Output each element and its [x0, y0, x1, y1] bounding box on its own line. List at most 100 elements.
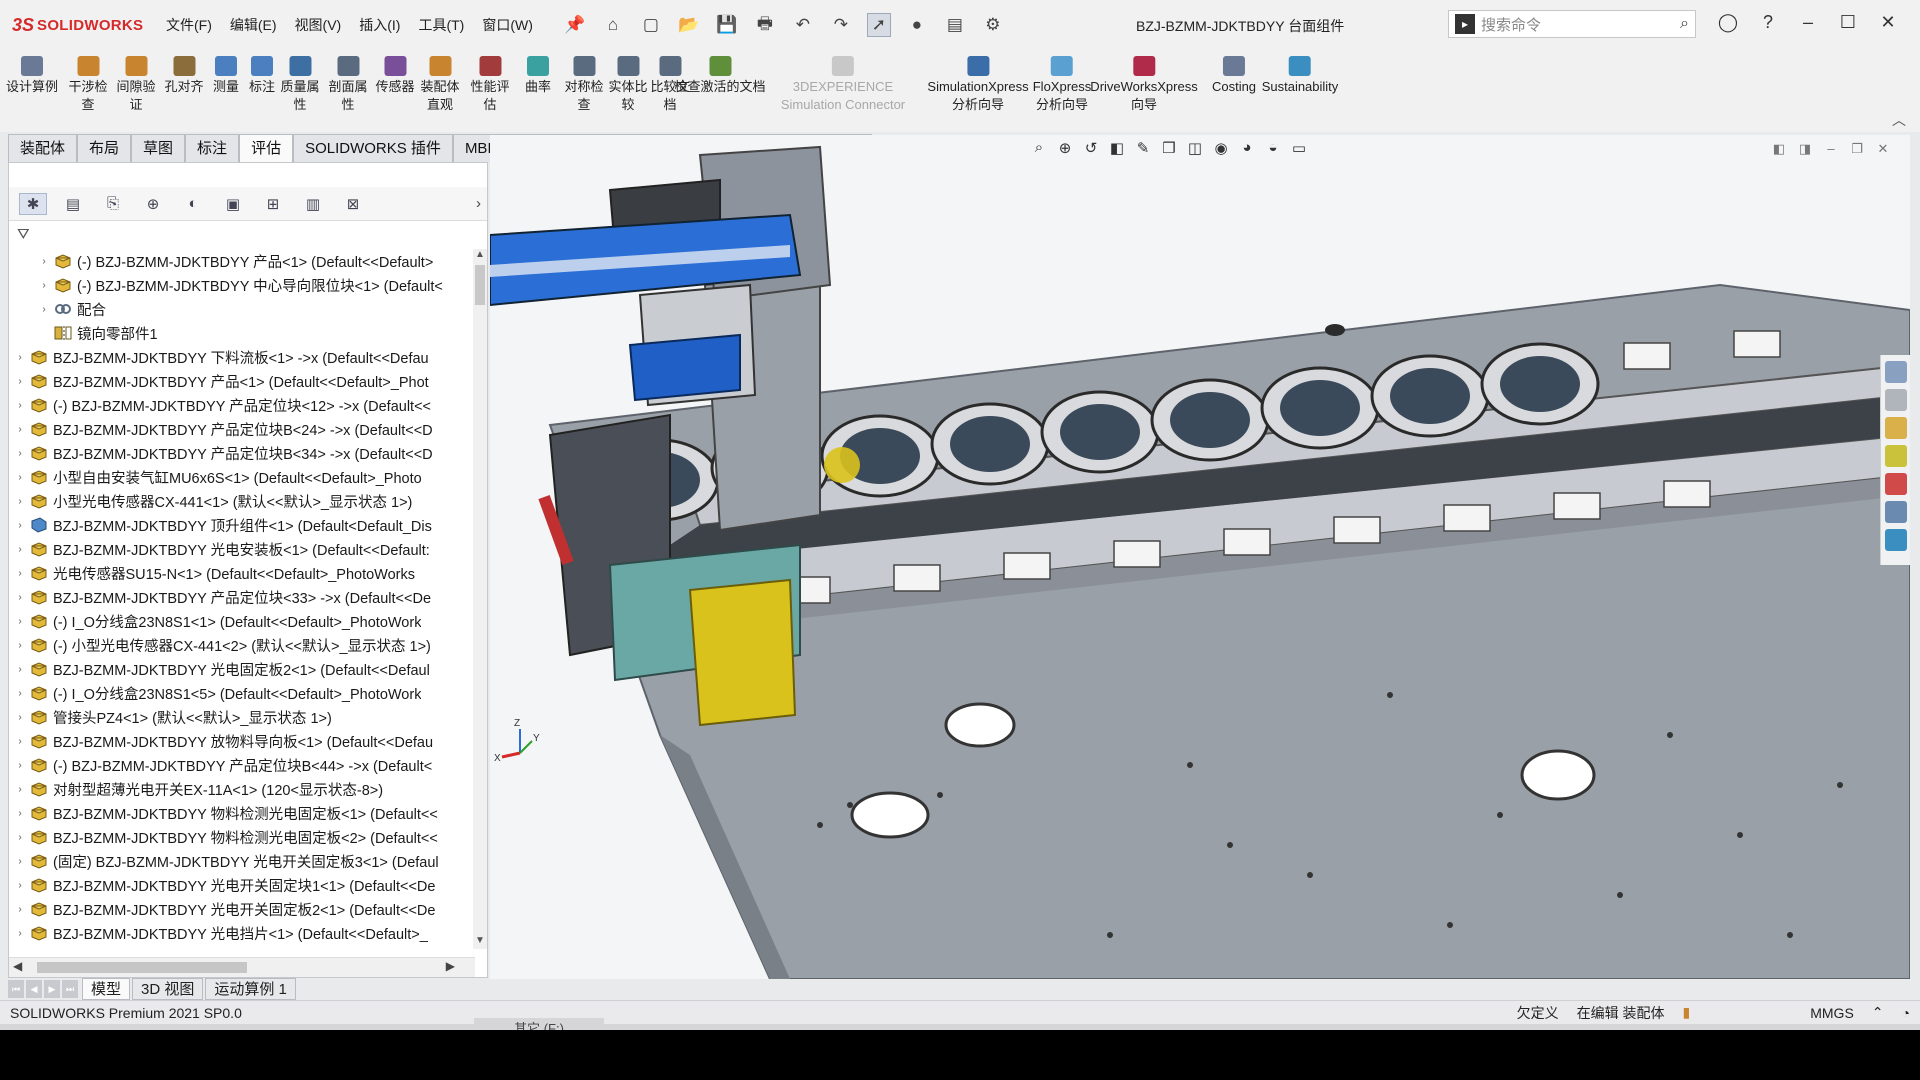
pin-icon[interactable]: 📌 — [563, 13, 587, 37]
tree-row[interactable]: › (-) BZJ-BZMM-JDKTBDYY 产品定位块B<44> ->x (D… — [9, 753, 475, 777]
filter-icon[interactable]: ⛛ — [17, 226, 30, 243]
tree-row[interactable]: › 小型自由安装气缸MU6x6S<1> (Default<<Default>_Ph… — [9, 465, 475, 489]
command-tab[interactable]: 标注 — [185, 134, 240, 162]
configuration-manager-icon[interactable]: ⎘ — [99, 193, 127, 215]
menu-item[interactable]: 视图(V) — [295, 15, 342, 35]
ribbon-button[interactable]: 装配体 直观 — [420, 56, 460, 114]
ribbon-button[interactable]: 标注 — [249, 56, 275, 96]
expand-caret-icon[interactable]: › — [13, 784, 27, 795]
cam-operation-icon[interactable]: ⊞ — [259, 193, 287, 215]
tree-row[interactable]: › 管接头PZ4<1> (默认<<默认>_显示状态 1>) — [9, 705, 475, 729]
tree-row[interactable]: 镜向零部件1 — [9, 321, 475, 345]
scroll-down-icon[interactable]: ▼ — [473, 935, 487, 949]
tree-filter[interactable]: ⛛ — [9, 221, 487, 247]
search-icon[interactable]: ⌕ — [1680, 15, 1689, 33]
feature-tree-icon[interactable]: ✱ — [19, 192, 47, 215]
expand-caret-icon[interactable]: › — [37, 304, 51, 315]
command-tab[interactable]: SOLIDWORKS 插件 — [293, 134, 453, 162]
expand-caret-icon[interactable]: › — [13, 400, 27, 411]
tree-row[interactable]: › BZJ-BZMM-JDKTBDYY 物料检测光电固定板<1> (Default… — [9, 801, 475, 825]
expand-caret-icon[interactable]: › — [13, 664, 27, 675]
expand-caret-icon[interactable]: › — [13, 544, 27, 555]
tree-row[interactable]: › (-) 小型光电传感器CX-441<2> (默认<<默认>_显示状态 1>) — [9, 633, 475, 657]
tree-row[interactable]: › (-) I_O分线盒23N8S1<1> (Default<<Default>_… — [9, 609, 475, 633]
expand-caret-icon[interactable]: › — [13, 856, 27, 867]
ribbon-button[interactable]: 对称检查 — [564, 56, 604, 114]
solidworks-resources-icon[interactable] — [1884, 361, 1907, 383]
ribbon-button[interactable]: 设计算例 — [6, 56, 58, 96]
tree-row[interactable]: › BZJ-BZMM-JDKTBDYY 光电安装板<1> (Default<<De… — [9, 537, 475, 561]
expand-caret-icon[interactable]: › — [13, 688, 27, 699]
cam-feature-icon[interactable]: ▣ — [219, 193, 247, 215]
scroll-up-icon[interactable]: ▲ — [473, 249, 487, 263]
ribbon-button[interactable]: 传感器 — [375, 56, 415, 96]
ribbon-button[interactable]: Sustainability — [1262, 56, 1338, 96]
tree-row[interactable]: › 对射型超薄光电开关EX-11A<1> (120<显示状态-8>) — [9, 777, 475, 801]
menu-item[interactable]: 编辑(E) — [230, 15, 277, 35]
taskbar-item[interactable]: 其它 (F:) — [474, 1018, 604, 1030]
zoom-to-area-icon[interactable]: ⊕ — [1054, 139, 1076, 161]
close-doc-icon[interactable]: ✕ — [1870, 141, 1896, 157]
ribbon-button[interactable]: 间隙验证 — [116, 56, 156, 114]
previous-view-icon[interactable]: ↺ — [1080, 139, 1102, 161]
expand-caret-icon[interactable]: › — [13, 880, 27, 891]
file-explorer-icon[interactable] — [1884, 417, 1907, 439]
display-style-icon[interactable]: ◫ — [1184, 139, 1206, 161]
expand-caret-icon[interactable]: › — [13, 928, 27, 939]
tree-row[interactable]: › 配合 — [9, 297, 475, 321]
file-properties-icon[interactable]: ▤ — [943, 13, 967, 37]
tree-row[interactable]: › BZJ-BZMM-JDKTBDYY 下料流板<1> ->x (Default<… — [9, 345, 475, 369]
minimize-doc-icon[interactable]: – — [1818, 141, 1844, 157]
assembly-model[interactable]: Z X Y — [490, 135, 1910, 979]
tile-right-icon[interactable]: ◨ — [1792, 141, 1818, 157]
options-gear-icon[interactable]: ⚙ — [981, 13, 1005, 37]
user-account-icon[interactable]: ◯ — [1708, 12, 1748, 33]
tree-vertical-scrollbar[interactable]: ▲ ▼ — [473, 249, 487, 949]
tree-row[interactable]: › BZJ-BZMM-JDKTBDYY 物料检测光电固定板<2> (Default… — [9, 825, 475, 849]
tree-row[interactable]: › 光电传感器SU15-N<1> (Default<<Default>_Photo… — [9, 561, 475, 585]
dimxpert-icon[interactable]: ⊕ — [139, 193, 167, 215]
new-document-icon[interactable]: ▢ — [639, 13, 663, 37]
ribbon-button[interactable]: FloXpress 分析向导 — [1033, 56, 1091, 114]
tile-left-icon[interactable]: ◧ — [1766, 141, 1792, 157]
tree-row[interactable]: › BZJ-BZMM-JDKTBDYY 放物料导向板<1> (Default<<D… — [9, 729, 475, 753]
tree-row[interactable]: › 小型光电传感器CX-441<1> (默认<<默认>_显示状态 1>) — [9, 489, 475, 513]
units-chevron-icon[interactable]: ⌃ — [1872, 1004, 1884, 1021]
expand-caret-icon[interactable]: › — [13, 592, 27, 603]
expand-caret-icon[interactable]: › — [13, 424, 27, 435]
sheet-tab[interactable]: 运动算例 1 — [205, 978, 296, 1000]
ribbon-button[interactable]: 孔对齐 — [164, 56, 204, 96]
restore-doc-icon[interactable]: ❐ — [1844, 141, 1870, 157]
menu-item[interactable]: 窗口(W) — [482, 15, 533, 35]
solidworks-logo[interactable]: 3S SOLIDWORKS — [12, 15, 148, 36]
ribbon-button[interactable]: 干涉检查 — [68, 56, 108, 114]
sheet-tab[interactable]: 3D 视图 — [132, 978, 204, 1000]
tree-row[interactable]: › (-) I_O分线盒23N8S1<5> (Default<<Default>_… — [9, 681, 475, 705]
scroll-thumb[interactable] — [475, 265, 485, 305]
first-tab-icon[interactable]: ⏮ — [8, 980, 24, 998]
graphics-area[interactable]: Z X Y ⌕ ⊕ ↺ ◧ ✎ ❒ ◫ ◉ ◕ ◒ ▭ ◧ ◨ – ❐ ✕ — [490, 135, 1910, 979]
ribbon-button[interactable]: Costing — [1212, 56, 1256, 96]
tree-row[interactable]: › (-) BZJ-BZMM-JDKTBDYY 产品定位块<12> ->x (De… — [9, 393, 475, 417]
expand-caret-icon[interactable]: › — [37, 280, 51, 291]
ribbon-button[interactable]: 质量属性 — [280, 56, 320, 114]
tree-row[interactable]: › BZJ-BZMM-JDKTBDYY 产品定位块B<34> ->x (Defau… — [9, 441, 475, 465]
tree-row[interactable]: › BZJ-BZMM-JDKTBDYY 产品<1> (Default<<Defau… — [9, 369, 475, 393]
ribbon-button[interactable]: 曲率 — [525, 56, 551, 96]
status-help-icon[interactable]: ◔ — [1902, 1005, 1910, 1021]
ribbon-button[interactable]: DriveWorksXpress 向导 — [1090, 56, 1198, 114]
command-tab[interactable]: 装配体 — [8, 134, 78, 162]
expand-caret-icon[interactable]: › — [13, 808, 27, 819]
expand-caret-icon[interactable]: › — [13, 568, 27, 579]
property-manager-icon[interactable]: ▤ — [59, 193, 87, 215]
collapse-ribbon-icon[interactable]: ︿ — [1892, 110, 1906, 130]
view-palette-icon[interactable] — [1884, 445, 1907, 467]
minimize-button[interactable]: – — [1788, 12, 1828, 33]
expand-caret-icon[interactable]: › — [13, 760, 27, 771]
redo-icon[interactable]: ↷ — [829, 13, 853, 37]
expand-caret-icon[interactable]: › — [13, 448, 27, 459]
tree-row[interactable]: › BZJ-BZMM-JDKTBDYY 光电固定板2<1> (Default<<D… — [9, 657, 475, 681]
ribbon-button[interactable]: 实体比较 — [608, 56, 648, 114]
command-tab[interactable]: 草图 — [131, 134, 186, 162]
edit-appearance-icon[interactable]: ◕ — [1236, 139, 1258, 161]
